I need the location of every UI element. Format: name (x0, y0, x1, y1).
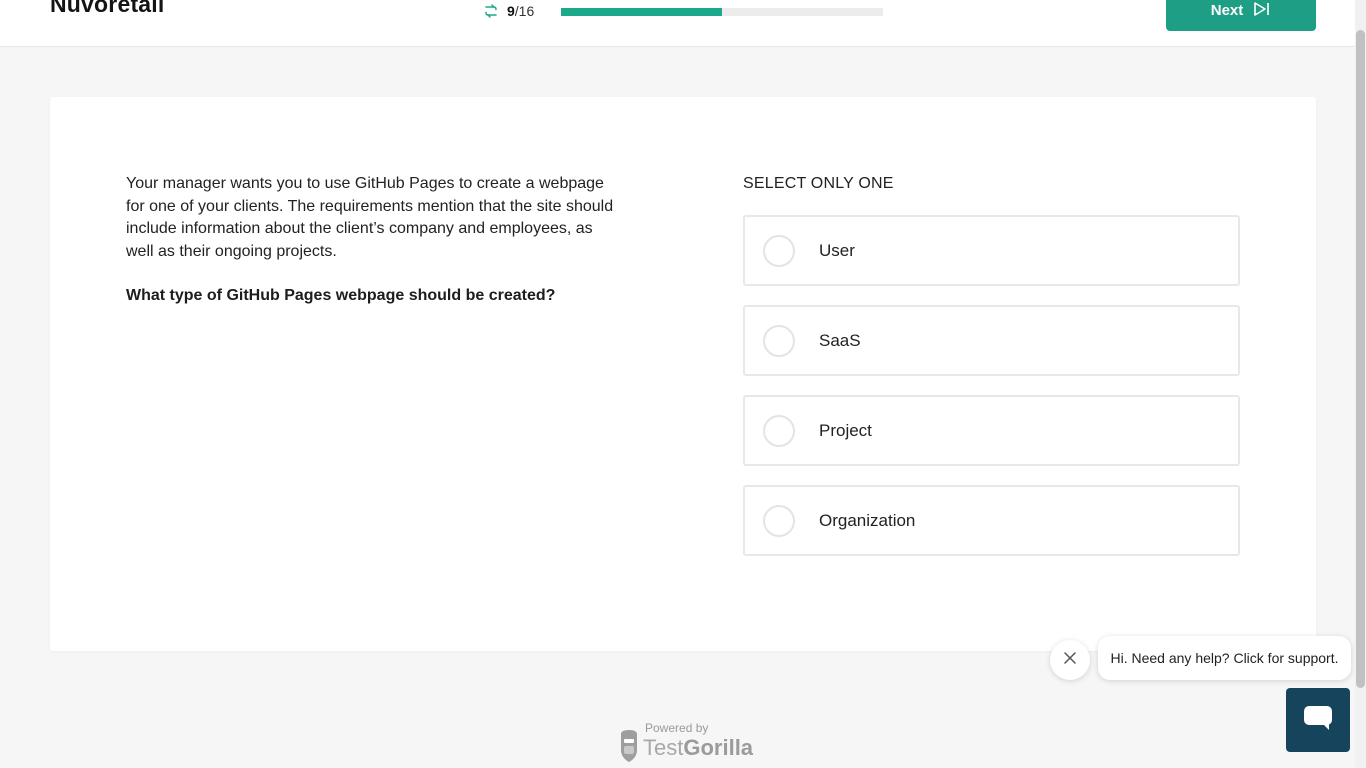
select-instruction: SELECT ONLY ONE (743, 175, 894, 192)
company-name: Nuvoretail (50, 0, 165, 17)
next-button-label: Next (1210, 2, 1244, 19)
answer-option-label: Project (819, 420, 872, 440)
answer-option-user[interactable]: User (743, 215, 1240, 286)
radio-button[interactable] (763, 234, 795, 267)
scrollbar-thumb[interactable] (1356, 30, 1365, 688)
radio-button[interactable] (763, 324, 795, 357)
shuffle-icon (483, 3, 499, 19)
gorilla-logo-icon (618, 729, 640, 768)
question-prompt: What type of GitHub Pages webpage should… (126, 287, 556, 304)
logo-text-test: Test (643, 735, 684, 760)
question-scenario: Your manager wants you to use GitHub Pag… (126, 175, 614, 261)
question-card: Your manager wants you to use GitHub Pag… (50, 97, 1316, 651)
progress-bar-fill (561, 8, 722, 16)
radio-button[interactable] (763, 414, 795, 447)
question-counter: 9/16 (483, 3, 534, 19)
chat-launcher-button[interactable] (1286, 688, 1350, 752)
answer-option-project[interactable]: Project (743, 395, 1240, 466)
total-questions: /16 (514, 3, 535, 19)
support-prompt[interactable]: Hi. Need any help? Click for support. (1098, 636, 1351, 680)
answer-option-label: SaaS (819, 330, 861, 350)
skip-next-icon (1253, 1, 1271, 21)
page-scrollbar[interactable] (1355, 0, 1366, 768)
current-question: 9 (507, 3, 515, 19)
close-chat-prompt-button[interactable] (1050, 640, 1090, 680)
answer-option-label: User (819, 240, 855, 260)
next-button[interactable]: Next (1166, 0, 1316, 31)
powered-by-logo[interactable]: Powered by TestGorilla (618, 720, 758, 768)
logo-text-gorilla: Gorilla (683, 735, 754, 760)
progress-bar (561, 8, 883, 16)
close-icon (1064, 651, 1076, 669)
answer-option-label: Organization (819, 510, 916, 530)
radio-button[interactable] (763, 504, 795, 537)
top-bar: Nuvoretail 9/16 Next (0, 0, 1355, 47)
answer-option-organization[interactable]: Organization (743, 485, 1240, 556)
answer-option-saas[interactable]: SaaS (743, 305, 1240, 376)
chat-icon (1303, 705, 1333, 736)
powered-by-text: Powered by (645, 721, 709, 735)
